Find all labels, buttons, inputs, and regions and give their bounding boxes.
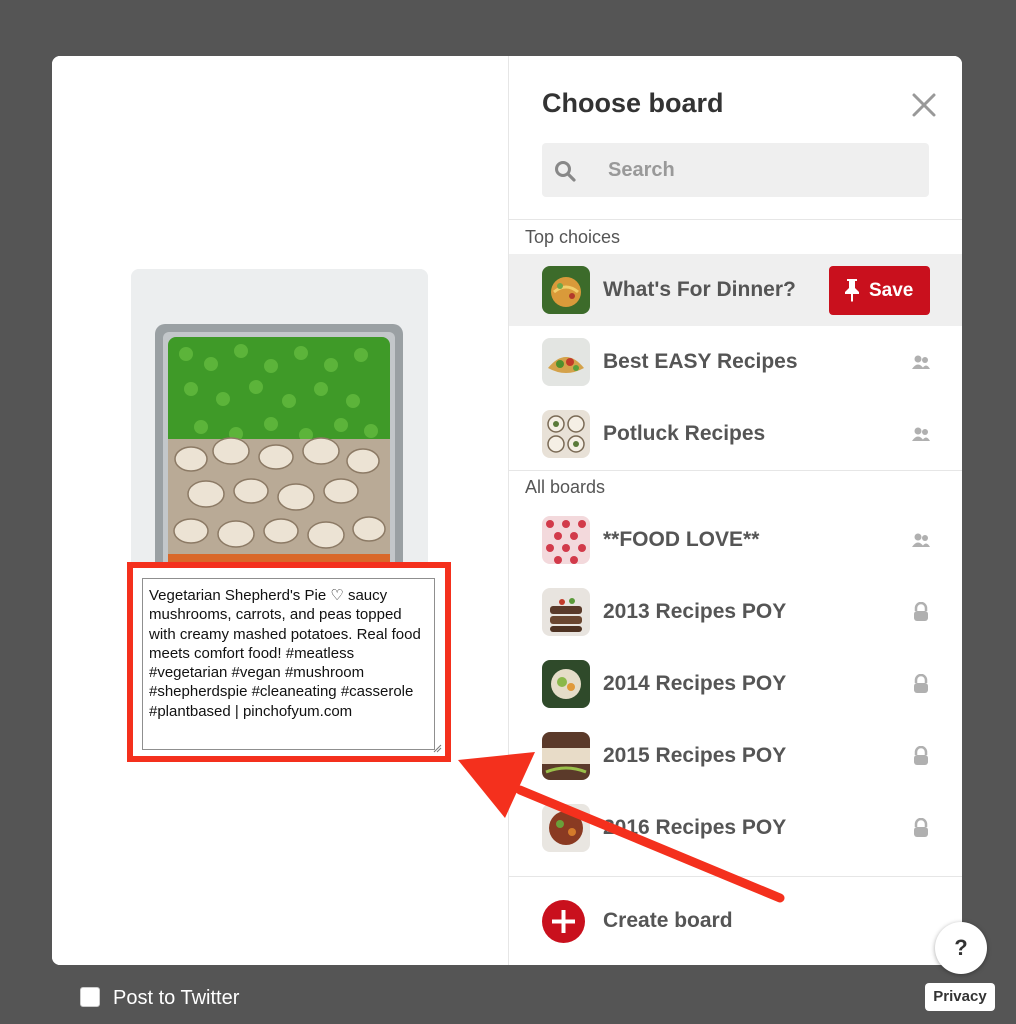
save-label: Save xyxy=(869,280,914,301)
board-thumbnail xyxy=(542,516,590,564)
board-name: **FOOD LOVE** xyxy=(603,528,760,551)
board-search xyxy=(542,143,929,197)
save-button[interactable]: Save xyxy=(829,266,930,315)
section-label-all-boards: All boards xyxy=(525,477,606,497)
board-row-2013-recipes-poy[interactable]: 2013 Recipes POY xyxy=(509,576,962,648)
dialog-title: Choose board xyxy=(542,88,724,118)
section-label-top-choices: Top choices xyxy=(525,227,621,247)
group-board-icon xyxy=(912,533,930,547)
board-thumbnail xyxy=(542,338,590,386)
board-name: Best EASY Recipes xyxy=(603,350,798,373)
board-picker-pane: Choose board Top choices xyxy=(508,56,962,965)
lock-icon xyxy=(914,674,928,693)
lock-icon xyxy=(914,818,928,837)
divider xyxy=(509,219,962,220)
board-name: 2016 Recipes POY xyxy=(603,816,787,839)
pin-preview-pane: Vegetarian Shepherd's Pie ♡ saucy mushro… xyxy=(52,56,508,965)
search-icon xyxy=(555,161,576,182)
board-name: 2015 Recipes POY xyxy=(603,744,787,767)
group-board-icon xyxy=(912,427,930,441)
post-to-twitter-label: Post to Twitter xyxy=(113,987,240,1009)
create-board-button[interactable]: Create board xyxy=(509,877,962,965)
pin-image xyxy=(131,269,428,569)
board-thumbnail xyxy=(542,266,590,314)
board-name: 2014 Recipes POY xyxy=(603,672,787,695)
board-row-food-love[interactable]: **FOOD LOVE** xyxy=(509,504,962,576)
description-highlight-box: Vegetarian Shepherd's Pie ♡ saucy mushro… xyxy=(127,562,451,762)
privacy-button[interactable]: Privacy xyxy=(925,983,995,1011)
board-row-2015-recipes-poy[interactable]: 2015 Recipes POY xyxy=(509,720,962,792)
board-row-whats-for-dinner[interactable]: What's For Dinner? Save xyxy=(509,254,962,326)
board-row-2016-recipes-poy[interactable]: 2016 Recipes POY xyxy=(509,792,962,864)
help-button[interactable]: ? xyxy=(935,922,987,974)
board-thumbnail xyxy=(542,588,590,636)
board-thumbnail xyxy=(542,660,590,708)
group-board-icon xyxy=(912,355,930,369)
board-thumbnail xyxy=(542,804,590,852)
board-row-best-easy-recipes[interactable]: Best EASY Recipes xyxy=(509,326,962,398)
board-name: What's For Dinner? xyxy=(603,278,796,301)
post-to-twitter-checkbox[interactable] xyxy=(80,987,100,1007)
choose-board-dialog: Vegetarian Shepherd's Pie ♡ saucy mushro… xyxy=(52,56,962,965)
lock-icon xyxy=(914,602,928,621)
board-row-2014-recipes-poy[interactable]: 2014 Recipes POY xyxy=(509,648,962,720)
resize-handle-icon[interactable] xyxy=(433,744,442,753)
board-row-potluck-recipes[interactable]: Potluck Recipes xyxy=(509,398,962,470)
create-board-label: Create board xyxy=(603,909,733,932)
pin-description-field[interactable]: Vegetarian Shepherd's Pie ♡ saucy mushro… xyxy=(142,578,435,750)
divider xyxy=(509,470,962,471)
plus-circle-icon xyxy=(542,900,585,943)
search-input[interactable] xyxy=(608,143,908,197)
board-thumbnail xyxy=(542,410,590,458)
close-icon[interactable] xyxy=(911,92,937,118)
lock-icon xyxy=(914,746,928,765)
pin-icon xyxy=(845,279,859,302)
board-thumbnail xyxy=(542,732,590,780)
board-name: 2013 Recipes POY xyxy=(603,600,787,623)
board-name: Potluck Recipes xyxy=(603,422,766,445)
